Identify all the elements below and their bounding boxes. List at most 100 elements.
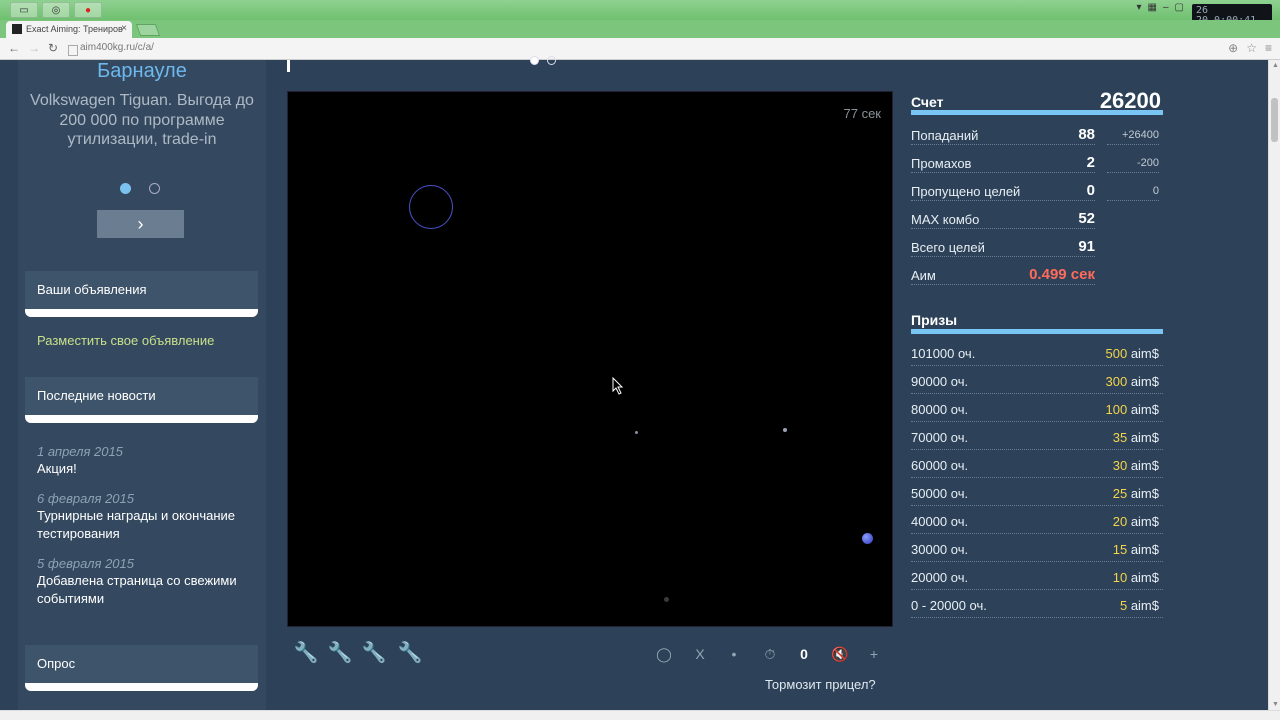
prize-value: 15 — [1112, 542, 1128, 557]
ad-text[interactable]: Volkswagen Tiguan. Выгода до 200 000 по … — [28, 91, 256, 150]
counter[interactable]: 0 — [789, 641, 819, 667]
news-title[interactable]: Добавлена страница со свежими событиями — [37, 572, 237, 608]
dot-icon[interactable]: • — [719, 641, 749, 667]
prize-currency: aim$ — [1130, 570, 1159, 585]
latest-news-header: Последние новости — [25, 377, 258, 423]
reload-icon[interactable]: ↻ — [48, 41, 58, 55]
stat-value: 88 — [1078, 126, 1095, 143]
target-settings-icon[interactable]: 🔧 — [359, 639, 389, 667]
prizes-title: Призы — [911, 312, 1163, 334]
prize-currency: aim$ — [1130, 458, 1159, 473]
prize-row: 30000 оч. 15 aim$ — [911, 534, 1163, 562]
network-icon[interactable]: ▦ — [1148, 2, 1157, 13]
vertical-scrollbar[interactable]: ▲ ▼ — [1268, 60, 1280, 710]
prize-points: 40000 оч. — [911, 514, 969, 529]
prize-value: 20 — [1112, 514, 1128, 529]
header-carousel-dots — [530, 56, 556, 65]
scroll-down-icon[interactable]: ▼ — [1272, 701, 1279, 708]
address-actions: ⊕ ☆ ≡ — [1228, 41, 1272, 55]
close-mark[interactable]: X — [685, 641, 715, 667]
stat-row: Пропущено целей 0 0 — [911, 177, 1163, 205]
prize-points: 30000 оч. — [911, 542, 969, 557]
minimize-icon[interactable]: – — [1163, 2, 1169, 13]
close-tab-icon[interactable]: × — [121, 23, 127, 34]
target-ring[interactable] — [409, 185, 453, 229]
mute-icon[interactable]: 🔇 — [825, 641, 855, 667]
sound-settings-icon[interactable]: 🔧 — [291, 639, 321, 667]
menu-icon[interactable]: ≡ — [1265, 41, 1272, 55]
stopwatch-icon[interactable]: ⏱ — [755, 641, 785, 667]
prize-amount: 20 aim$ — [1113, 514, 1159, 529]
prize-amount: 10 aim$ — [1113, 570, 1159, 585]
prize-value: 30 — [1112, 458, 1128, 473]
carousel-dot[interactable] — [547, 56, 556, 65]
slow-aim-link[interactable]: Тормозит прицел? — [765, 677, 876, 692]
scroll-up-icon[interactable]: ▲ — [1272, 62, 1279, 69]
carousel-dot-2[interactable] — [149, 183, 160, 194]
prize-row: 0 - 20000 оч. 5 aim$ — [911, 590, 1163, 618]
prizes-panel: Призы 101000 оч. 500 aim$ 90000 оч. 300 aim… — [911, 312, 1163, 618]
zoom-icon[interactable]: ⊕ — [1228, 41, 1238, 55]
forward-arrow-icon[interactable]: → — [28, 41, 40, 55]
ad-city[interactable]: Барнауле — [18, 60, 266, 83]
score-header: Счет 26200 — [911, 88, 1163, 115]
stat-delta: 0 — [1152, 185, 1159, 197]
prize-amount: 5 aim$ — [1120, 598, 1159, 613]
tab-exact-aiming[interactable]: Exact Aiming: Трениров × — [6, 21, 132, 38]
circle-icon[interactable]: ◯ — [649, 641, 679, 667]
stat-label: Промахов — [911, 156, 972, 171]
star-icon[interactable]: ☆ — [1246, 41, 1257, 55]
carousel-dot[interactable] — [530, 56, 539, 65]
header-marker — [287, 60, 290, 72]
stat-row: Всего целей 91 — [911, 233, 1163, 261]
prize-row: 60000 оч. 30 aim$ — [911, 450, 1163, 478]
prize-amount: 25 aim$ — [1113, 486, 1159, 501]
horizontal-scrollbar[interactable] — [0, 710, 1280, 720]
stat-label: Пропущено целей — [911, 184, 1021, 199]
prize-amount: 30 aim$ — [1113, 458, 1159, 473]
page-content: Барнауле Volkswagen Tiguan. Выгода до 20… — [0, 56, 1268, 710]
target-ball[interactable] — [862, 533, 873, 544]
news-title[interactable]: Турнирные награды и окончание тестирован… — [37, 507, 237, 543]
prize-currency: aim$ — [1130, 374, 1159, 389]
aim-game-canvas[interactable]: 77 сек — [287, 91, 893, 627]
stat-row: Промахов 2 -200 — [911, 149, 1163, 177]
prize-value: 35 — [1112, 430, 1128, 445]
target-dot[interactable] — [635, 431, 638, 434]
stat-row: MAX комбо 52 — [911, 205, 1163, 233]
url-field[interactable]: aim400kg.ru/c/a/ — [66, 42, 1246, 57]
record-icon[interactable]: ● — [74, 2, 102, 18]
back-arrow-icon[interactable]: ← — [8, 41, 20, 55]
prize-amount: 100 aim$ — [1105, 402, 1159, 417]
your-ads-header[interactable]: Ваши объявления — [25, 271, 258, 317]
poll-header: Опрос — [25, 645, 258, 691]
crosshair-settings-icon[interactable]: 🔧 — [395, 639, 425, 667]
target-dot[interactable] — [664, 597, 669, 602]
new-tab-button[interactable] — [135, 24, 161, 36]
prize-points: 101000 оч. — [911, 346, 976, 361]
stat-label: MAX комбо — [911, 212, 980, 227]
place-ad-link[interactable]: Разместить свое объявление — [37, 333, 214, 348]
timer: 77 сек — [843, 106, 882, 121]
game-controls: 🔧 🔧 🔧 🔧 ◯ X • ⏱ 0 🔇 + — [287, 633, 893, 671]
prize-currency: aim$ — [1130, 514, 1159, 529]
prize-row: 90000 оч. 300 aim$ — [911, 366, 1163, 394]
scroll-thumb[interactable] — [1271, 98, 1278, 142]
news-date: 5 февраля 2015 — [37, 556, 134, 571]
carousel-dot-1[interactable] — [120, 183, 131, 194]
chevron-down-icon[interactable]: ▾ — [1137, 2, 1142, 13]
crosshair-icon[interactable]: + — [859, 641, 889, 667]
chrome-icon[interactable]: ◎ — [42, 2, 70, 18]
prize-row: 50000 оч. 25 aim$ — [911, 478, 1163, 506]
background-settings-icon[interactable]: 🔧 — [325, 639, 355, 667]
maximize-icon[interactable]: ▢ — [1175, 2, 1184, 13]
prize-row: 40000 оч. 20 aim$ — [911, 506, 1163, 534]
os-taskbar: ▭ ◎ ● ▾ ▦ – ▢ 2620 0:00:41 — [0, 0, 1280, 28]
news-title[interactable]: Акция! — [37, 460, 237, 478]
target-dot[interactable] — [783, 428, 787, 432]
folder-icon[interactable]: ▭ — [10, 2, 38, 18]
prize-currency: aim$ — [1130, 542, 1159, 557]
prize-list: 101000 оч. 500 aim$ 90000 оч. 300 aim$ 80000… — [911, 338, 1163, 618]
score-label: Счет — [911, 94, 944, 110]
ad-next-button[interactable]: › — [97, 210, 184, 238]
